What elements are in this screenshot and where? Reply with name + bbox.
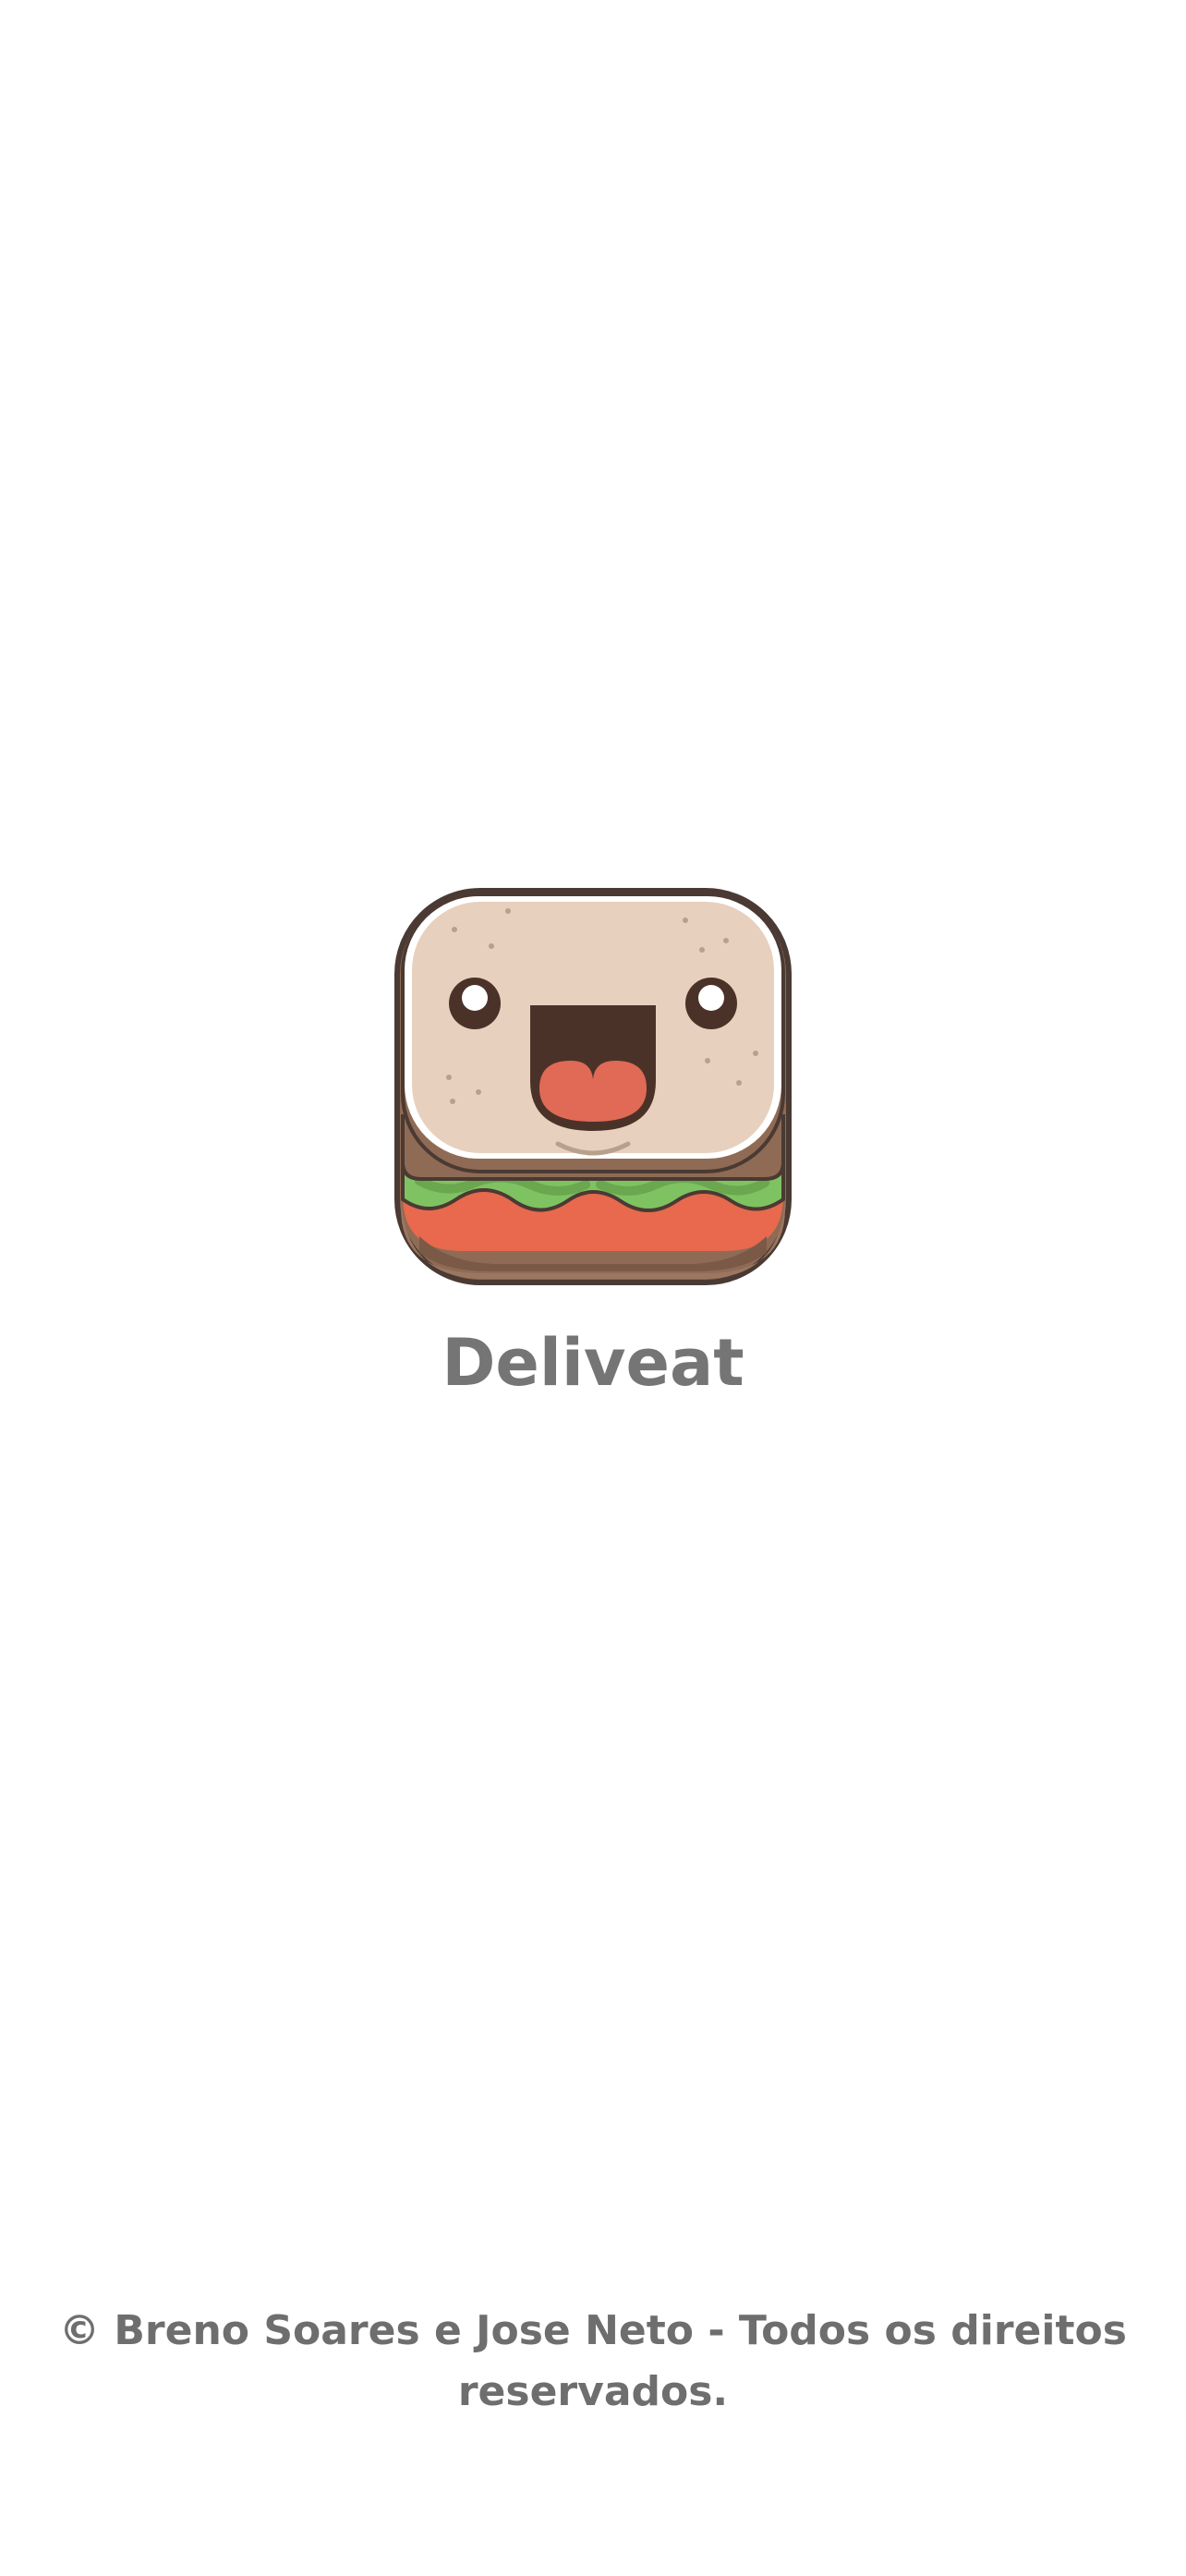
splash-screen: Deliveat © Breno Soares e Jose Neto - To… [0, 0, 1186, 2576]
app-name: Deliveat [442, 1325, 744, 1401]
copyright-footer: © Breno Soares e Jose Neto - Todos os di… [59, 2307, 1127, 2415]
smiling-sandwich-logo-icon [392, 885, 794, 1288]
